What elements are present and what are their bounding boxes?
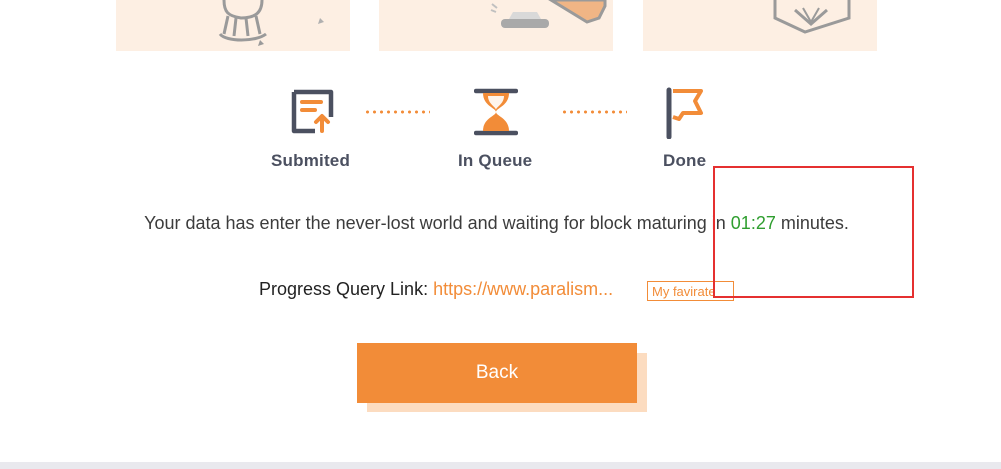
back-button[interactable]: Back [357, 343, 637, 403]
status-message-suffix: minutes. [775, 213, 849, 233]
flag-icon [665, 87, 707, 144]
my-favorite-button[interactable]: My favirate [647, 281, 734, 301]
countdown-timer: 01:27 [730, 213, 776, 233]
document-upload-icon [291, 89, 335, 140]
step-connector-dots [364, 110, 430, 114]
step-label-submitted: Submited [271, 151, 351, 170]
step-connector-dots [561, 110, 627, 114]
stool-illustration-icon [218, 0, 324, 46]
hourglass-icon [473, 88, 519, 141]
progress-query-row: Progress Query Link: https://www.paralis… [259, 279, 613, 305]
step-label-done: Done [663, 151, 707, 170]
footer-bar [0, 462, 1001, 469]
illustration-card-submit [116, 0, 350, 51]
progress-query-link[interactable]: https://www.paralism... [433, 279, 613, 299]
gavel-illustration-icon [490, 0, 607, 28]
status-message-text: Your data has enter the never-lost world… [144, 213, 731, 233]
illustration-card-queue [379, 0, 613, 51]
status-message: Your data has enter the never-lost world… [0, 213, 993, 234]
step-label-in-queue: In Queue [458, 151, 533, 170]
progress-query-label: Progress Query Link: [259, 279, 434, 299]
illustration-card-done [643, 0, 877, 51]
diamond-illustration-icon [773, 0, 851, 34]
